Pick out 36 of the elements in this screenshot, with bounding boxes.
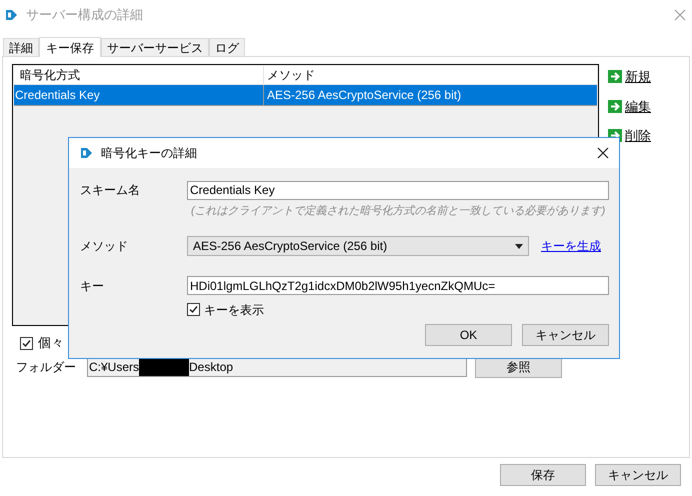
checkbox[interactable] <box>20 336 33 350</box>
arrow-icon <box>608 70 622 84</box>
window-title: サーバー構成の詳細 <box>26 6 143 24</box>
checkbox-label: 個々 <box>38 334 64 352</box>
dialog-button[interactable]: キャンセル <box>595 464 681 486</box>
table-cell: Credentials Key <box>14 85 264 105</box>
dropdown-arrow-icon <box>515 244 523 248</box>
tab[interactable]: キー保存 <box>39 37 101 57</box>
dialog-button[interactable]: キャンセル <box>522 324 609 346</box>
generate-key-link[interactable]: キーを生成 <box>541 237 601 255</box>
tab[interactable]: サーバーサービス <box>101 38 209 56</box>
hint-text: (これはクライアントで定義された暗号化方式の名前と一致している必要があります) <box>191 204 606 219</box>
action-link[interactable]: 新規 <box>608 67 651 86</box>
key-field[interactable]: HDi01lgmLGLhQzT2g1idcxDM0b2lW95h1yecnZkQMUc= <box>187 276 609 295</box>
app-icon <box>4 8 18 22</box>
scheme-label: スキーム名 <box>80 182 141 199</box>
dialog-title: 暗号化キーの詳細 <box>101 145 197 162</box>
arrow-icon <box>608 100 622 113</box>
close-icon[interactable] <box>597 147 609 159</box>
method-label: メソッド <box>80 238 129 255</box>
column-header[interactable]: 暗号化方式 <box>14 66 264 84</box>
dialog-button[interactable]: OK <box>425 324 512 346</box>
app-icon <box>79 146 93 160</box>
method-dropdown[interactable]: AES-256 AesCryptoService (256 bit) <box>187 236 529 256</box>
tab[interactable]: 詳細 <box>3 38 39 56</box>
checkbox-label: キーを表示 <box>204 302 264 318</box>
scheme-field[interactable]: Credentials Key <box>187 180 609 200</box>
action-link[interactable]: 編集 <box>608 96 651 116</box>
dialog-button[interactable]: 保存 <box>500 464 586 486</box>
tab[interactable]: ログ <box>209 38 245 56</box>
column-header[interactable]: メソッド <box>264 66 597 84</box>
table-cell-text: AES-256 AesCryptoService (256 bit) <box>266 87 462 104</box>
key-label: キー <box>80 278 105 294</box>
checkbox[interactable] <box>187 303 200 316</box>
folder-label: フォルダー <box>15 359 77 376</box>
table-row[interactable]: Credentials Key AES-256 AesCryptoService (256 bit) <box>14 85 597 106</box>
